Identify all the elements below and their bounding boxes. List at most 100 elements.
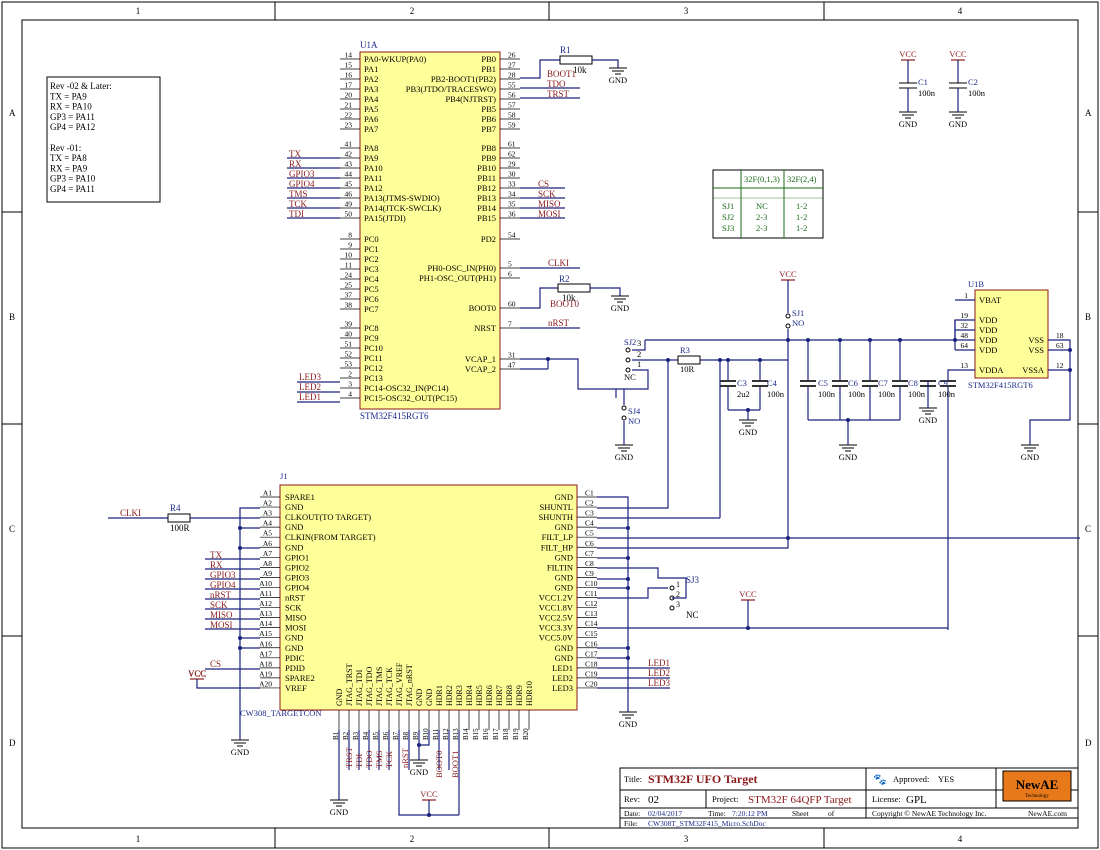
net-label-clki-j1: CLKI	[120, 508, 141, 518]
j1-pin-name: HDR8	[505, 685, 514, 706]
gnd-icon: GND	[611, 295, 629, 313]
r1-resistor-body	[559, 55, 593, 65]
j1-pin-name: VCC5.0V	[539, 633, 574, 643]
u1a-pin-number: 23	[345, 121, 353, 130]
j1-net-mosi: MOSI	[210, 620, 233, 630]
r4-designator: R4	[170, 503, 181, 513]
j1-pin-name: GND	[555, 572, 573, 582]
vcc-label: VCC	[899, 49, 917, 59]
j1-pin-name: GND	[285, 633, 303, 643]
vcc-icon: VCC	[779, 269, 797, 281]
u1b-pin-name: VSSA	[1022, 365, 1045, 375]
j1-pin-number: A8	[263, 559, 272, 568]
u1a-pin-name: PC3	[364, 264, 379, 274]
gnd-icon: GND	[899, 111, 917, 129]
gnd-label: GND	[615, 452, 633, 462]
j1-pin-name: GND	[555, 653, 573, 663]
c7-designator: C7	[878, 378, 888, 388]
u1a-pin-number: 35	[508, 200, 516, 209]
j1-pin-name: GND	[335, 688, 344, 706]
net-label-tdo: TDO	[547, 79, 566, 89]
net-label-tdi: TDI	[289, 209, 304, 219]
u1a-pin-number: 38	[345, 301, 353, 310]
u1a-pin-number: 4	[348, 390, 352, 399]
solder-jumper-table: 32F(0,1,3) 32F(2,4) SJ1 NC 1-2 SJ2 2-3 1-2 SJ3…	[712, 169, 824, 239]
shunt-network: SJ2 NC 321 R3 10R SJ4 NO	[616, 337, 789, 518]
sj2-state: NC	[624, 372, 636, 382]
sj4-state: NO	[628, 416, 640, 426]
of-label: of	[828, 809, 835, 818]
j1-net-nrst: nRST	[210, 590, 232, 600]
j1-pin-name: GPIO4	[285, 582, 310, 592]
j1-pin-number: B14	[462, 728, 470, 740]
note-line: TX = PA9	[50, 91, 87, 101]
u1a-pin-number: 11	[345, 261, 352, 270]
u1a-pin-name: PB10	[477, 163, 496, 173]
note-line: Rev -01:	[50, 143, 81, 153]
u1b-designator: U1B	[968, 279, 984, 289]
j1-pin-number: A20	[259, 679, 272, 688]
gnd-icon: GND	[949, 111, 967, 129]
u1a-pin-name: PA13(JTMS-SWDIO)	[364, 193, 440, 203]
u1a-pin-number: 47	[508, 361, 516, 370]
net-label-gpio3: GPIO3	[289, 169, 315, 179]
u1a-pin-name: PB12	[477, 183, 496, 193]
net-label-boot1: BOOT1	[547, 69, 576, 79]
logo-subtext: Technology	[1025, 794, 1049, 799]
u1a-mcu-part: U1A STM32F415RGT6 14 PA0-WKUP(PA0)15 PA116…	[340, 40, 520, 421]
j1-net-miso: MISO	[210, 610, 233, 620]
j1-net-rx: RX	[210, 560, 223, 570]
u1b-pin-number: 1	[964, 291, 968, 300]
j1-pin-number: C18	[585, 659, 598, 668]
u1a-pin-name: PB1	[481, 64, 496, 74]
c4-value: 100n	[767, 389, 785, 399]
j1-pin-number: C19	[585, 669, 598, 678]
revision-notes: Rev -02 & Later:TX = PA9RX = PA10GP3 = P…	[46, 76, 161, 203]
frame-row-label-left: A	[9, 108, 16, 118]
note-line: RX = PA10	[50, 102, 92, 112]
frame-column-label-top: 3	[684, 6, 689, 16]
u1a-pin-number: 6	[508, 270, 512, 279]
u1a-pin-number: 28	[508, 71, 516, 80]
note-line: GP4 = PA11	[50, 184, 95, 194]
sj-table-cell: SJ3	[722, 223, 734, 233]
u1a-pin-number: 29	[508, 160, 516, 169]
j1-pin-number: A6	[263, 539, 272, 548]
u1a-pin-number: 41	[345, 140, 353, 149]
net-label-gpio4: GPIO4	[289, 179, 315, 189]
u1a-pin-name: PC9	[364, 333, 379, 343]
license-label: License:	[872, 794, 901, 804]
j1-pin-name: CLKOUT(TO TARGET)	[285, 512, 371, 522]
j1-pin-name: VCC1.8V	[539, 603, 574, 613]
note-line: GP3 = PA10	[50, 174, 96, 184]
j1-pin-name: FILT_LP	[542, 532, 574, 542]
u1b-pin-name: VSS	[1028, 335, 1044, 345]
frame-row-label-right: A	[1085, 108, 1092, 118]
j1-pin-number: A9	[263, 569, 272, 578]
j1-pin-number: A13	[259, 609, 272, 618]
u1a-pin-number: 31	[508, 351, 516, 360]
gnd-icon: GND	[619, 711, 637, 729]
net-label-boot0: BOOT0	[550, 299, 579, 309]
c5-designator: C5	[818, 378, 828, 388]
j1-pin-name: JTAG_TDO	[365, 666, 374, 706]
vcc-label: VCC	[420, 789, 438, 799]
j1-pin-number: C4	[585, 519, 594, 528]
u1a-pin-name: PC13	[364, 373, 383, 383]
j1-pin-name: GND	[555, 492, 573, 502]
j1-pin-name: HDR6	[485, 685, 494, 706]
j1-pin-name: JTAG_TCK	[385, 667, 394, 706]
u1a-pin-name: BOOT0	[469, 303, 496, 313]
u1a-pin-number: 17	[345, 81, 353, 90]
sj4-designator: SJ4	[628, 406, 641, 416]
j1-pin-name: PDIC	[285, 653, 305, 663]
u1a-pin-name: PB7	[481, 124, 496, 134]
logo-text: NewAE	[1016, 777, 1059, 792]
j1-net-cs: CS	[210, 659, 221, 669]
u1a-pin-name: PC14-OSC32_IN(PC14)	[364, 383, 449, 393]
j1-net-nrst-b: nRST	[400, 747, 410, 768]
r4-value: 100R	[170, 523, 190, 533]
time-value: 7:20:12 PM	[732, 809, 768, 818]
j1-pin-number: C1	[585, 489, 594, 498]
u1a-pin-number: 42	[345, 150, 353, 159]
